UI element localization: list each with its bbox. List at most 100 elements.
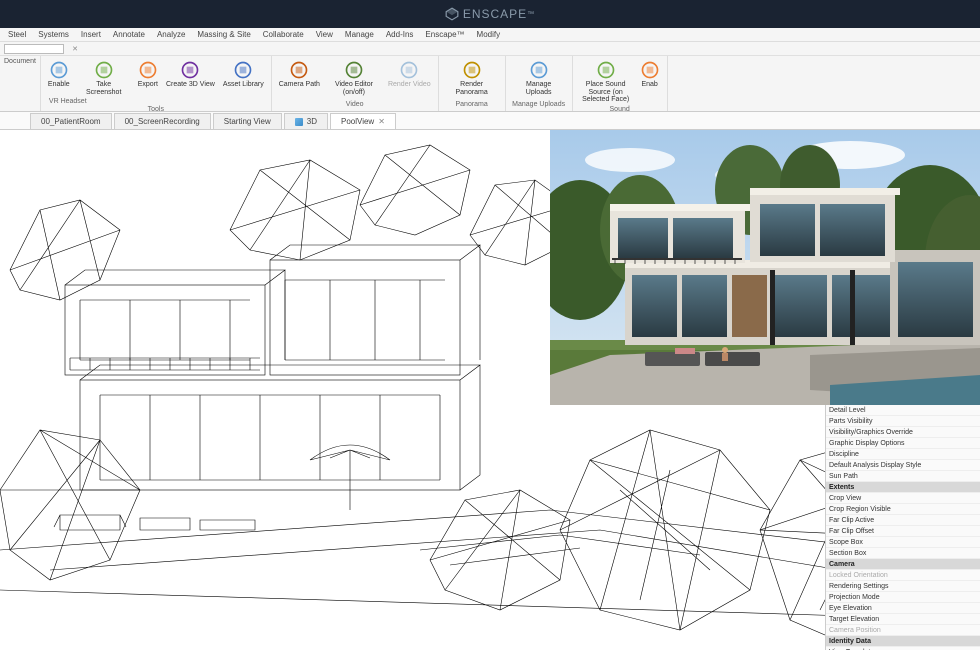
tab-label: PoolView xyxy=(341,117,374,126)
ribbon-button-take-screenshot[interactable]: Take Screenshot xyxy=(75,58,133,98)
prop-row-scope-box[interactable]: Scope Box xyxy=(826,537,980,548)
ribbon-icon xyxy=(462,60,482,80)
menu-item-analyze[interactable]: Analyze xyxy=(151,30,191,39)
ribbon-icon xyxy=(344,60,364,80)
tab-label: 00_ScreenRecording xyxy=(125,117,200,126)
prop-row-visibility-graphics-override[interactable]: Visibility/Graphics Override xyxy=(826,427,980,438)
view-tab-3d[interactable]: 3D xyxy=(284,113,328,129)
prop-row-rendering-settings[interactable]: Rendering Settings xyxy=(826,581,980,592)
ribbon-icon xyxy=(94,60,114,80)
ribbon-icon xyxy=(289,60,309,80)
ribbon-button-enab[interactable]: Enab xyxy=(637,58,663,91)
ribbon-button-label: Render Panorama xyxy=(446,81,498,96)
ribbon-icon xyxy=(529,60,549,80)
ribbon-button-label: Camera Path xyxy=(279,81,320,89)
menu-item-manage[interactable]: Manage xyxy=(339,30,380,39)
ribbon-button-asset-library[interactable]: Asset Library xyxy=(220,58,267,91)
menu-item-systems[interactable]: Systems xyxy=(32,30,75,39)
ribbon-button-place-sound-source-on-selected-face-[interactable]: Place Sound Source (on Selected Face) xyxy=(577,58,635,106)
prop-row-sun-path[interactable]: Sun Path xyxy=(826,471,980,482)
menu-item-view[interactable]: View xyxy=(310,30,339,39)
menu-bar: SteelSystemsInsertAnnotateAnalyzeMassing… xyxy=(0,28,980,42)
workspace: Detail LevelParts VisibilityVisibility/G… xyxy=(0,130,980,650)
menu-item-modify[interactable]: Modify xyxy=(471,30,507,39)
prop-row-far-clip-offset[interactable]: Far Clip Offset xyxy=(826,526,980,537)
ribbon: Document Enable Take Screenshot Export Creat… xyxy=(0,56,980,112)
prop-row-discipline[interactable]: Discipline xyxy=(826,449,980,460)
quick-access-bar: ✕ xyxy=(0,42,980,56)
ribbon-button-manage-uploads[interactable]: Manage Uploads xyxy=(510,58,568,98)
prop-row-section-box[interactable]: Section Box xyxy=(826,548,980,559)
ribbon-group-sound: Place Sound Source (on Selected Face) Ena… xyxy=(573,56,668,111)
ribbon-group-label: Panorama xyxy=(443,101,501,109)
tab-close-icon[interactable]: ✕ xyxy=(378,117,385,126)
prop-row-locked-orientation[interactable]: Locked Orientation xyxy=(826,570,980,581)
ribbon-icon xyxy=(49,60,69,80)
ribbon-button-label: Take Screenshot xyxy=(78,81,130,96)
view-tab-poolview[interactable]: PoolView ✕ xyxy=(330,113,396,129)
menu-item-insert[interactable]: Insert xyxy=(75,30,107,39)
menu-item-add-ins[interactable]: Add-Ins xyxy=(380,30,420,39)
brand-label: ENSCAPE xyxy=(463,7,527,21)
menu-item-enscape-[interactable]: Enscape™ xyxy=(419,30,470,39)
ribbon-icon xyxy=(138,60,158,80)
tab-label: 3D xyxy=(307,117,317,126)
ribbon-button-render-video[interactable]: Render Video xyxy=(385,58,434,91)
view-tab-00-patientroom[interactable]: 00_PatientRoom xyxy=(30,113,112,129)
view-tab-starting-view[interactable]: Starting View xyxy=(213,113,282,129)
prop-row-parts-visibility[interactable]: Parts Visibility xyxy=(826,416,980,427)
view-tab-bar: 00_PatientRoom 00_ScreenRecording Starting… xyxy=(0,112,980,130)
ribbon-button-create-d-view[interactable]: Create 3D View xyxy=(163,58,218,91)
prop-row-crop-region-visible[interactable]: Crop Region Visible xyxy=(826,504,980,515)
view-tab-00-screenrecording[interactable]: 00_ScreenRecording xyxy=(114,113,211,129)
ribbon-icon xyxy=(180,60,200,80)
ribbon-button-export[interactable]: Export xyxy=(135,58,161,91)
ribbon-group-panorama: Render Panorama Panorama xyxy=(439,56,506,111)
ribbon-group-video: Camera Path Video Editor (on/off) Render V… xyxy=(272,56,439,111)
prop-row-extents: Extents xyxy=(826,482,980,493)
prop-row-detail-level[interactable]: Detail Level xyxy=(826,405,980,416)
ribbon-button-label: Manage Uploads xyxy=(513,81,565,96)
ribbon-button-label: Enab xyxy=(641,81,657,89)
prop-row-projection-mode[interactable]: Projection Mode xyxy=(826,592,980,603)
menu-item-annotate[interactable]: Annotate xyxy=(107,30,151,39)
ribbon-button-label: Enable xyxy=(48,81,70,89)
prop-row-camera-position[interactable]: Camera Position xyxy=(826,625,980,636)
menu-item-steel[interactable]: Steel xyxy=(2,30,32,39)
prop-row-eye-elevation[interactable]: Eye Elevation xyxy=(826,603,980,614)
prop-row-far-clip-active[interactable]: Far Clip Active xyxy=(826,515,980,526)
ribbon-group-label: Video xyxy=(276,101,434,109)
ribbon-button-label: Video Editor (on/off) xyxy=(328,81,380,96)
prop-row-graphic-display-options[interactable]: Graphic Display Options xyxy=(826,438,980,449)
ribbon-button-label: Place Sound Source (on Selected Face) xyxy=(580,81,632,104)
ribbon-group-label: Manage Uploads xyxy=(510,101,568,109)
prop-row-crop-view[interactable]: Crop View xyxy=(826,493,980,504)
ribbon-button-label: Create 3D View xyxy=(166,81,215,89)
close-small-icon[interactable]: ✕ xyxy=(70,44,80,54)
enscape-logo-icon xyxy=(445,7,459,21)
prop-row-camera: Camera xyxy=(826,559,980,570)
prop-row-target-elevation[interactable]: Target Elevation xyxy=(826,614,980,625)
render-viewport[interactable] xyxy=(550,130,980,405)
tab-label: Starting View xyxy=(224,117,271,126)
ribbon-icon xyxy=(399,60,419,80)
type-selector-dropdown[interactable] xyxy=(4,44,64,54)
ribbon-button-render-panorama[interactable]: Render Panorama xyxy=(443,58,501,98)
title-bar: ENSCAPE™ xyxy=(0,0,980,28)
ribbon-button-camera-path[interactable]: Camera Path xyxy=(276,58,323,91)
ribbon-button-label: Render Video xyxy=(388,81,431,89)
tab-label: 00_PatientRoom xyxy=(41,117,101,126)
ribbon-button-enable[interactable]: Enable xyxy=(45,58,73,91)
ribbon-icon xyxy=(596,60,616,80)
menu-item-collaborate[interactable]: Collaborate xyxy=(257,30,310,39)
prop-row-default-analysis-display-style[interactable]: Default Analysis Display Style xyxy=(826,460,980,471)
ribbon-button-label: Asset Library xyxy=(223,81,264,89)
menu-item-massing-site[interactable]: Massing & Site xyxy=(191,30,256,39)
ribbon-group-manage-uploads: Manage Uploads Manage Uploads xyxy=(506,56,573,111)
ribbon-icon xyxy=(640,60,660,80)
ribbon-icon xyxy=(233,60,253,80)
tab-3d-icon xyxy=(295,118,303,126)
prop-row-identity-data: Identity Data xyxy=(826,636,980,647)
ribbon-button-video-editor-on-off-[interactable]: Video Editor (on/off) xyxy=(325,58,383,98)
ribbon-group-document: Document xyxy=(0,56,41,111)
